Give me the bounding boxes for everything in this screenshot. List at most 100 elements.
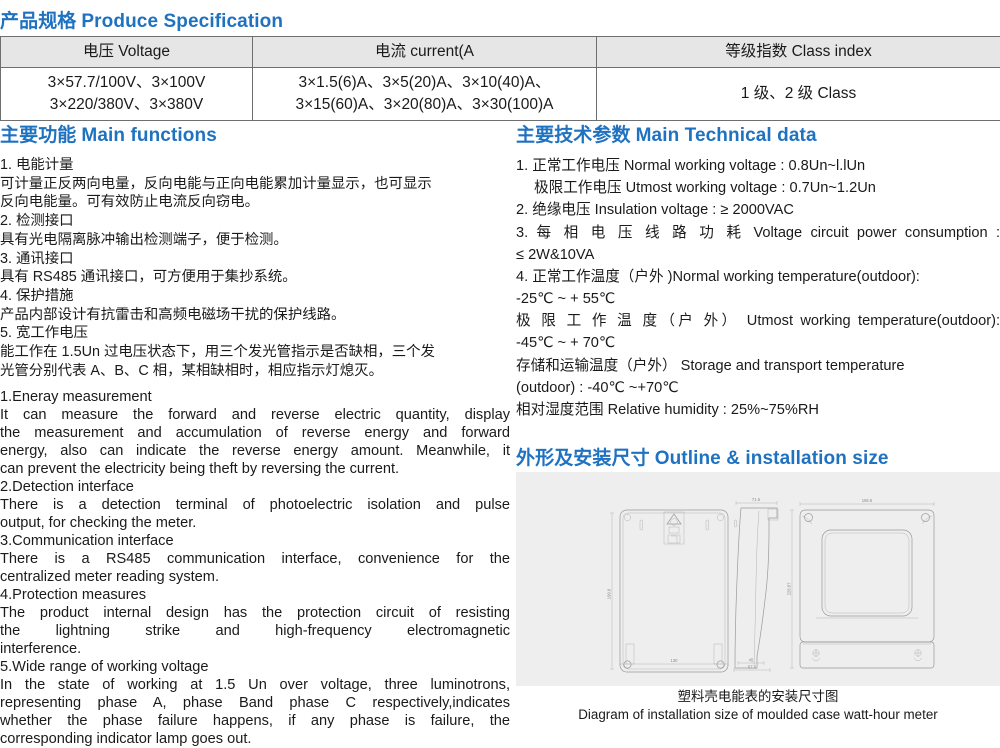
function-title: 3.Communication interface <box>0 532 510 550</box>
function-line: corresponding indicator lamp goes out. <box>0 730 510 748</box>
table-header-row: 电压 Voltage 电流 current(A 等级指数 Class index <box>1 37 1000 68</box>
heading-cn: 产品规格 <box>0 11 76 32</box>
function-title: 2.Detection interface <box>0 478 510 496</box>
function-line: 光管分别代表 A、B、C 相，某相缺相时，相应指示灯熄灭。 <box>0 362 510 381</box>
current-line-2: 3×15(60)A、3×20(80)A、3×30(100)A <box>295 96 553 113</box>
function-item-en-3: 3.Communication interface There is a RS4… <box>0 532 510 586</box>
tech-item-2: 极限工作电压 Utmost working voltage : 0.7Un~1.… <box>516 177 1000 199</box>
drawing-front-view: 165.5 228.87 <box>787 498 935 668</box>
dim-front-height: 228.87 <box>787 582 792 595</box>
voltage-line-1: 3×57.7/100V、3×100V <box>48 74 206 91</box>
tech-item-11: (outdoor) : -40℃ ~+70℃ <box>516 377 1000 399</box>
tech-item-4: 3. 每 相 电 压 线 路 功 耗 Voltage circuit power… <box>516 222 1000 244</box>
heading-en: Outline & installation size <box>655 448 889 469</box>
heading-en: Main functions <box>81 125 216 146</box>
section-heading-technical: 主要技术参数Main Technical data <box>516 120 1000 147</box>
function-item-cn-1: 1. 电能计量 可计量正反两向电量，反向电能与正向电能累加计量显示，也可显示 反… <box>0 156 510 212</box>
function-item-cn-3: 3. 通讯接口 具有 RS485 通讯接口，可方便用于集抄系统。 <box>0 250 510 287</box>
drawing-side-view: 71.5 45 57.5 <box>734 497 778 672</box>
function-title: 1. 电能计量 <box>0 156 510 175</box>
function-line: can prevent the electricity being theft … <box>0 460 510 478</box>
function-title: 4.Protection measures <box>0 586 510 604</box>
function-line: the lightning strike and high-frequency … <box>0 622 510 640</box>
column-header-class-index: 等级指数 Class index <box>597 37 1000 68</box>
heading-cn: 主要技术参数 <box>516 125 631 146</box>
function-item-cn-2: 2. 检测接口 具有光电隔离脉冲输出检测端子，便于检测。 <box>0 212 510 249</box>
function-line: 反向电能量。可有效防止电流反向窃电。 <box>0 193 510 212</box>
tech-item-12: 相对湿度范围 Relative humidity : 25%~75%RH <box>516 399 1000 421</box>
specification-table-wrapper: 电压 Voltage 电流 current(A 等级指数 Class index… <box>0 36 1000 121</box>
left-column: 主要功能Main functions 1. 电能计量 可计量正反两向电量，反向电… <box>0 120 510 748</box>
voltage-line-2: 3×220/380V、3×380V <box>50 96 203 113</box>
function-item-en-1: 1.Eneray measurement It can measure the … <box>0 388 510 478</box>
function-line: 能工作在 1.5Un 过电压状态下，用三个发光管指示是否缺相，三个发 <box>0 343 510 362</box>
function-line: There is a RS485 communication interface… <box>0 550 510 568</box>
section-heading-functions: 主要功能Main functions <box>0 120 510 147</box>
dim-front-width: 165.5 <box>862 498 873 503</box>
dim-side-bottom-inner: 45 <box>749 658 754 663</box>
function-line: 具有 RS485 通讯接口，可方便用于集抄系统。 <box>0 268 510 287</box>
function-item-cn-5: 5. 宽工作电压 能工作在 1.5Un 过电压状态下，用三个发光管指示是否缺相，… <box>0 324 510 380</box>
function-line: In the state of working at 1.5 Un over v… <box>0 676 510 694</box>
function-line: representing phase A, phase Band phase C… <box>0 694 510 712</box>
column-header-voltage: 电压 Voltage <box>1 37 253 68</box>
cell-class-index: 1 级、2 级 Class <box>597 68 1000 121</box>
function-title: 2. 检测接口 <box>0 212 510 231</box>
function-title: 3. 通讯接口 <box>0 250 510 269</box>
function-line: There is a detection terminal of photoel… <box>0 496 510 514</box>
function-title: 1.Eneray measurement <box>0 388 510 406</box>
section-heading-outline: 外形及安装尺寸Outline & installation size <box>516 443 889 470</box>
heading-cn: 主要功能 <box>0 125 76 146</box>
tech-item-3: 2. 绝缘电压 Insulation voltage : ≥ 2000VAC <box>516 199 1000 221</box>
function-line: whether the phase failure happens, if an… <box>0 712 510 730</box>
heading-cn: 外形及安装尺寸 <box>516 448 650 469</box>
dim-back-width: 130 <box>671 658 679 663</box>
dim-back-height: 199.8 <box>607 588 612 599</box>
specification-table: 电压 Voltage 电流 current(A 等级指数 Class index… <box>0 36 1000 121</box>
caption-en: Diagram of installation size of moulded … <box>516 706 1000 724</box>
function-title: 5.Wide range of working voltage <box>0 658 510 676</box>
function-line: energy, also can indicate the reverse en… <box>0 442 510 460</box>
function-line: the measurement and accumulation of reve… <box>0 424 510 442</box>
function-line: centralized meter reading system. <box>0 568 510 586</box>
product-spec-page: 产品规格Produce Specification 电压 Voltage 电流 … <box>0 0 1000 740</box>
installation-diagram-panel: 199.8 130 71.5 45 <box>516 472 1000 686</box>
cell-voltage: 3×57.7/100V、3×100V 3×220/380V、3×380V <box>1 68 253 121</box>
main-functions-chinese: 1. 电能计量 可计量正反两向电量，反向电能与正向电能累加计量显示，也可显示 反… <box>0 156 510 381</box>
function-title: 4. 保护措施 <box>0 287 510 306</box>
cell-current: 3×1.5(6)A、3×5(20)A、3×10(40)A、 3×15(60)A、… <box>253 68 597 121</box>
function-item-en-5: 5.Wide range of working voltage In the s… <box>0 658 510 748</box>
heading-en: Main Technical data <box>636 125 817 146</box>
technical-data-list: 1. 正常工作电压 Normal working voltage : 0.8Un… <box>516 155 1000 421</box>
caption-cn: 塑料壳电能表的安装尺寸图 <box>516 688 1000 706</box>
current-line-1: 3×1.5(6)A、3×5(20)A、3×10(40)A、 <box>298 74 550 91</box>
tech-item-7: -25℃ ~ + 55℃ <box>516 288 1000 310</box>
right-column: 主要技术参数Main Technical data 1. 正常工作电压 Norm… <box>516 120 1000 421</box>
function-line: The product internal design has the prot… <box>0 604 510 622</box>
dim-side-width: 71.5 <box>752 497 761 502</box>
installation-drawing: 199.8 130 71.5 45 <box>516 472 1000 686</box>
dim-side-bottom: 57.5 <box>748 665 757 670</box>
function-line: 具有光电隔离脉冲输出检测端子，便于检测。 <box>0 231 510 250</box>
heading-en: Produce Specification <box>81 11 283 32</box>
tech-item-5: ≤ 2W&10VA <box>516 244 1000 266</box>
function-item-en-2: 2.Detection interface There is a detecti… <box>0 478 510 532</box>
function-line: It can measure the forward and reverse e… <box>0 406 510 424</box>
tech-item-8: 极 限 工 作 温 度（户 外） Utmost working temperat… <box>516 310 1000 332</box>
tech-item-10: 存储和运输温度（户外） Storage and transport temper… <box>516 355 1000 377</box>
function-title: 5. 宽工作电压 <box>0 324 510 343</box>
function-line: 产品内部设计有抗雷击和高频电磁场干扰的保护线路。 <box>0 306 510 325</box>
function-line: output, for checking the meter. <box>0 514 510 532</box>
drawing-back-view: 199.8 130 <box>607 510 729 672</box>
column-header-current: 电流 current(A <box>253 37 597 68</box>
function-item-cn-4: 4. 保护措施 产品内部设计有抗雷击和高频电磁场干扰的保护线路。 <box>0 287 510 324</box>
function-item-en-4: 4.Protection measures The product intern… <box>0 586 510 658</box>
diagram-caption: 塑料壳电能表的安装尺寸图 Diagram of installation siz… <box>516 688 1000 723</box>
section-heading-specification: 产品规格Produce Specification <box>0 6 283 33</box>
tech-item-1: 1. 正常工作电压 Normal working voltage : 0.8Un… <box>516 155 1000 177</box>
tech-item-9: -45℃ ~ + 70℃ <box>516 332 1000 354</box>
table-row: 3×57.7/100V、3×100V 3×220/380V、3×380V 3×1… <box>1 68 1000 121</box>
main-functions-english: 1.Eneray measurement It can measure the … <box>0 388 510 748</box>
function-line: 可计量正反两向电量，反向电能与正向电能累加计量显示，也可显示 <box>0 175 510 194</box>
tech-item-6: 4. 正常工作温度（户外 )Normal working temperature… <box>516 266 1000 288</box>
